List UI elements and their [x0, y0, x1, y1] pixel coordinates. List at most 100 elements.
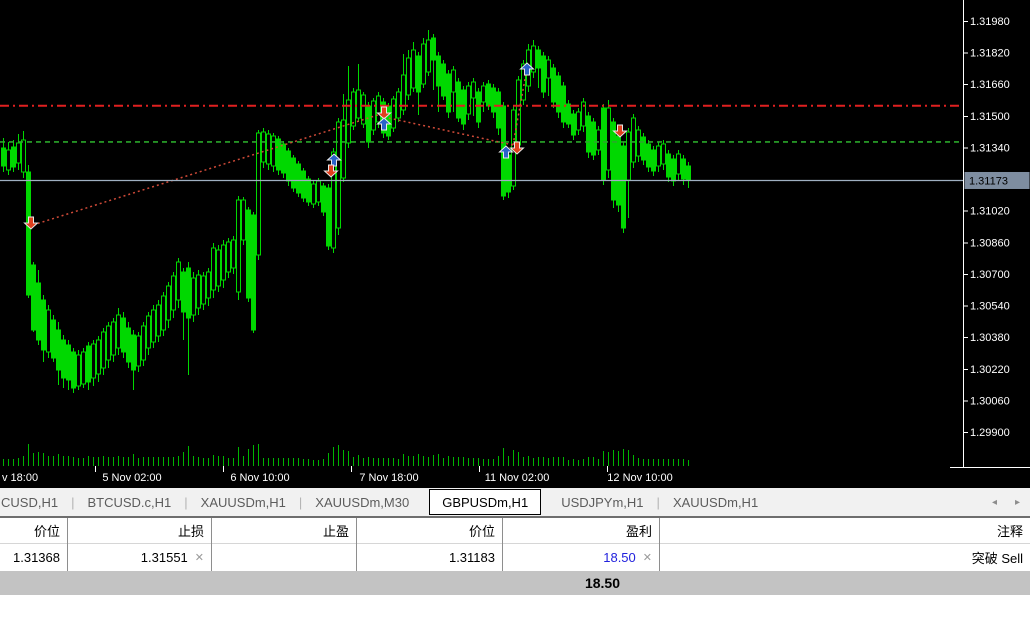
- tab-scroll-right-button[interactable]: ▸: [1015, 497, 1020, 508]
- candle-body: [666, 153, 671, 178]
- candle-body: [516, 79, 521, 146]
- order-comment-value: 突破 Sell: [971, 551, 1023, 566]
- candle-body: [206, 271, 211, 299]
- candle-body: [311, 183, 316, 205]
- candle-body: [481, 85, 486, 103]
- current-price-label: 1.31173: [964, 171, 1030, 189]
- candle-body: [11, 146, 16, 168]
- candle-body: [86, 345, 91, 383]
- candle-body: [241, 199, 246, 241]
- candle-body: [271, 135, 276, 167]
- candle-body: [606, 107, 611, 171]
- candle-body: [341, 119, 346, 179]
- candle-body: [601, 107, 606, 181]
- candle-body: [286, 150, 291, 182]
- tab-xauusdm-h1[interactable]: XAUUSDm,H1: [188, 488, 299, 516]
- candle-body: [216, 249, 221, 287]
- candle-body: [566, 103, 571, 125]
- candle-body: [541, 55, 546, 93]
- time-axis-label: 12 Nov 10:00: [607, 472, 672, 484]
- price-axis-label: 1.30860: [970, 237, 1010, 249]
- price-axis-label: 1.31340: [970, 142, 1010, 154]
- candle-body: [661, 143, 666, 165]
- candle-body: [621, 145, 626, 229]
- candle-body: [46, 309, 51, 353]
- candle-body: [546, 59, 551, 79]
- clear-profit-button[interactable]: ✕: [643, 551, 652, 564]
- candle-body: [401, 74, 406, 111]
- tab-usdjpym-h1[interactable]: USDJPYm,H1: [548, 488, 656, 516]
- tab-cusd-h1[interactable]: CUSD,H1: [0, 488, 71, 516]
- candle-body: [201, 275, 206, 305]
- candle-body: [316, 180, 321, 203]
- candle-body: [106, 325, 111, 361]
- time-axis-label: 5 Nov 02:00: [102, 472, 161, 484]
- price-axis-label: 1.31660: [970, 79, 1010, 91]
- candle-body: [671, 158, 676, 182]
- candle-body: [436, 55, 441, 87]
- candle-body: [451, 69, 456, 93]
- candle-body: [111, 321, 116, 356]
- candle-body: [351, 91, 356, 127]
- candle-body: [486, 83, 491, 107]
- candle-body: [411, 49, 416, 89]
- candle-body: [491, 87, 496, 113]
- candle-body: [31, 264, 36, 331]
- candle-body: [636, 129, 641, 157]
- candle-body: [16, 142, 21, 164]
- candle-body: [236, 199, 241, 293]
- candle-body: [276, 138, 281, 171]
- price-axis-label: 1.29900: [970, 427, 1010, 439]
- candle-body: [561, 85, 566, 123]
- time-axis-label: 6 Nov 10:00: [230, 472, 289, 484]
- price-axis-label: 1.30060: [970, 395, 1010, 407]
- candle-body: [121, 317, 126, 353]
- candle-body: [161, 295, 166, 331]
- candle-body: [421, 43, 426, 85]
- order-panel-col-comment: 注释 突破 Sell: [660, 518, 1030, 571]
- price-axis-label: 1.30220: [970, 364, 1010, 376]
- tab-xauusdm-h1[interactable]: XAUUSDm,H1: [660, 488, 771, 516]
- order-price-value: 1.31368: [13, 550, 60, 565]
- candle-body: [266, 133, 271, 165]
- candle-body: [406, 57, 411, 96]
- tab-scroll-left-button[interactable]: ◂: [992, 497, 997, 508]
- candle-body: [376, 95, 381, 123]
- candle-body: [416, 55, 421, 93]
- tab-xauusdm-m30[interactable]: XAUUSDm,M30: [302, 488, 422, 516]
- candle-body: [456, 81, 461, 119]
- order-panel-col-price2: 价位 1.31183: [357, 518, 503, 571]
- candle-body: [211, 247, 216, 291]
- candle-body: [51, 319, 56, 359]
- candle-body: [76, 354, 81, 387]
- chart-tab-bar: CUSD,H1 | BTCUSD.c,H1 | XAUUSDm,H1 | XAUUSDm,M…: [0, 488, 1030, 517]
- clear-stop-loss-button[interactable]: ✕: [195, 551, 204, 564]
- candle-body: [186, 267, 191, 319]
- price-axis-label: 1.31820: [970, 48, 1010, 60]
- candle-body: [366, 105, 371, 143]
- candle-body: [96, 339, 101, 375]
- candle-body: [551, 67, 556, 103]
- tab-gbpusdm-h1[interactable]: GBPUSDm,H1: [429, 489, 542, 515]
- chart-canvas[interactable]: 1.31980 1.31820 1.31660 1.31500 1.31340 1.310…: [0, 0, 1030, 488]
- candle-body: [291, 157, 296, 189]
- candle-body: [146, 315, 151, 349]
- price-axis-label: 1.30540: [970, 301, 1010, 313]
- candle-body: [6, 149, 11, 171]
- tab-list: CUSD,H1 | BTCUSD.c,H1 | XAUUSDm,H1 | XAUUSDm,M…: [0, 488, 771, 516]
- tab-btcusd-c-h1[interactable]: BTCUSD.c,H1: [74, 488, 184, 516]
- candle-body: [221, 244, 226, 281]
- candle-body: [631, 117, 636, 163]
- candle-body: [306, 178, 311, 203]
- candle-body: [126, 327, 131, 363]
- column-header: 价位: [357, 518, 502, 544]
- candle-body: [506, 154, 511, 193]
- order-panel-col-profit: 盈利 18.50 ✕: [503, 518, 660, 571]
- column-header: 止盈: [212, 518, 356, 544]
- candle-body: [426, 39, 431, 73]
- candle-body: [81, 351, 86, 385]
- column-header: 价位: [0, 518, 67, 544]
- candle-body: [336, 121, 341, 229]
- candle-body: [461, 89, 466, 125]
- price-axis-label: 1.30700: [970, 269, 1010, 281]
